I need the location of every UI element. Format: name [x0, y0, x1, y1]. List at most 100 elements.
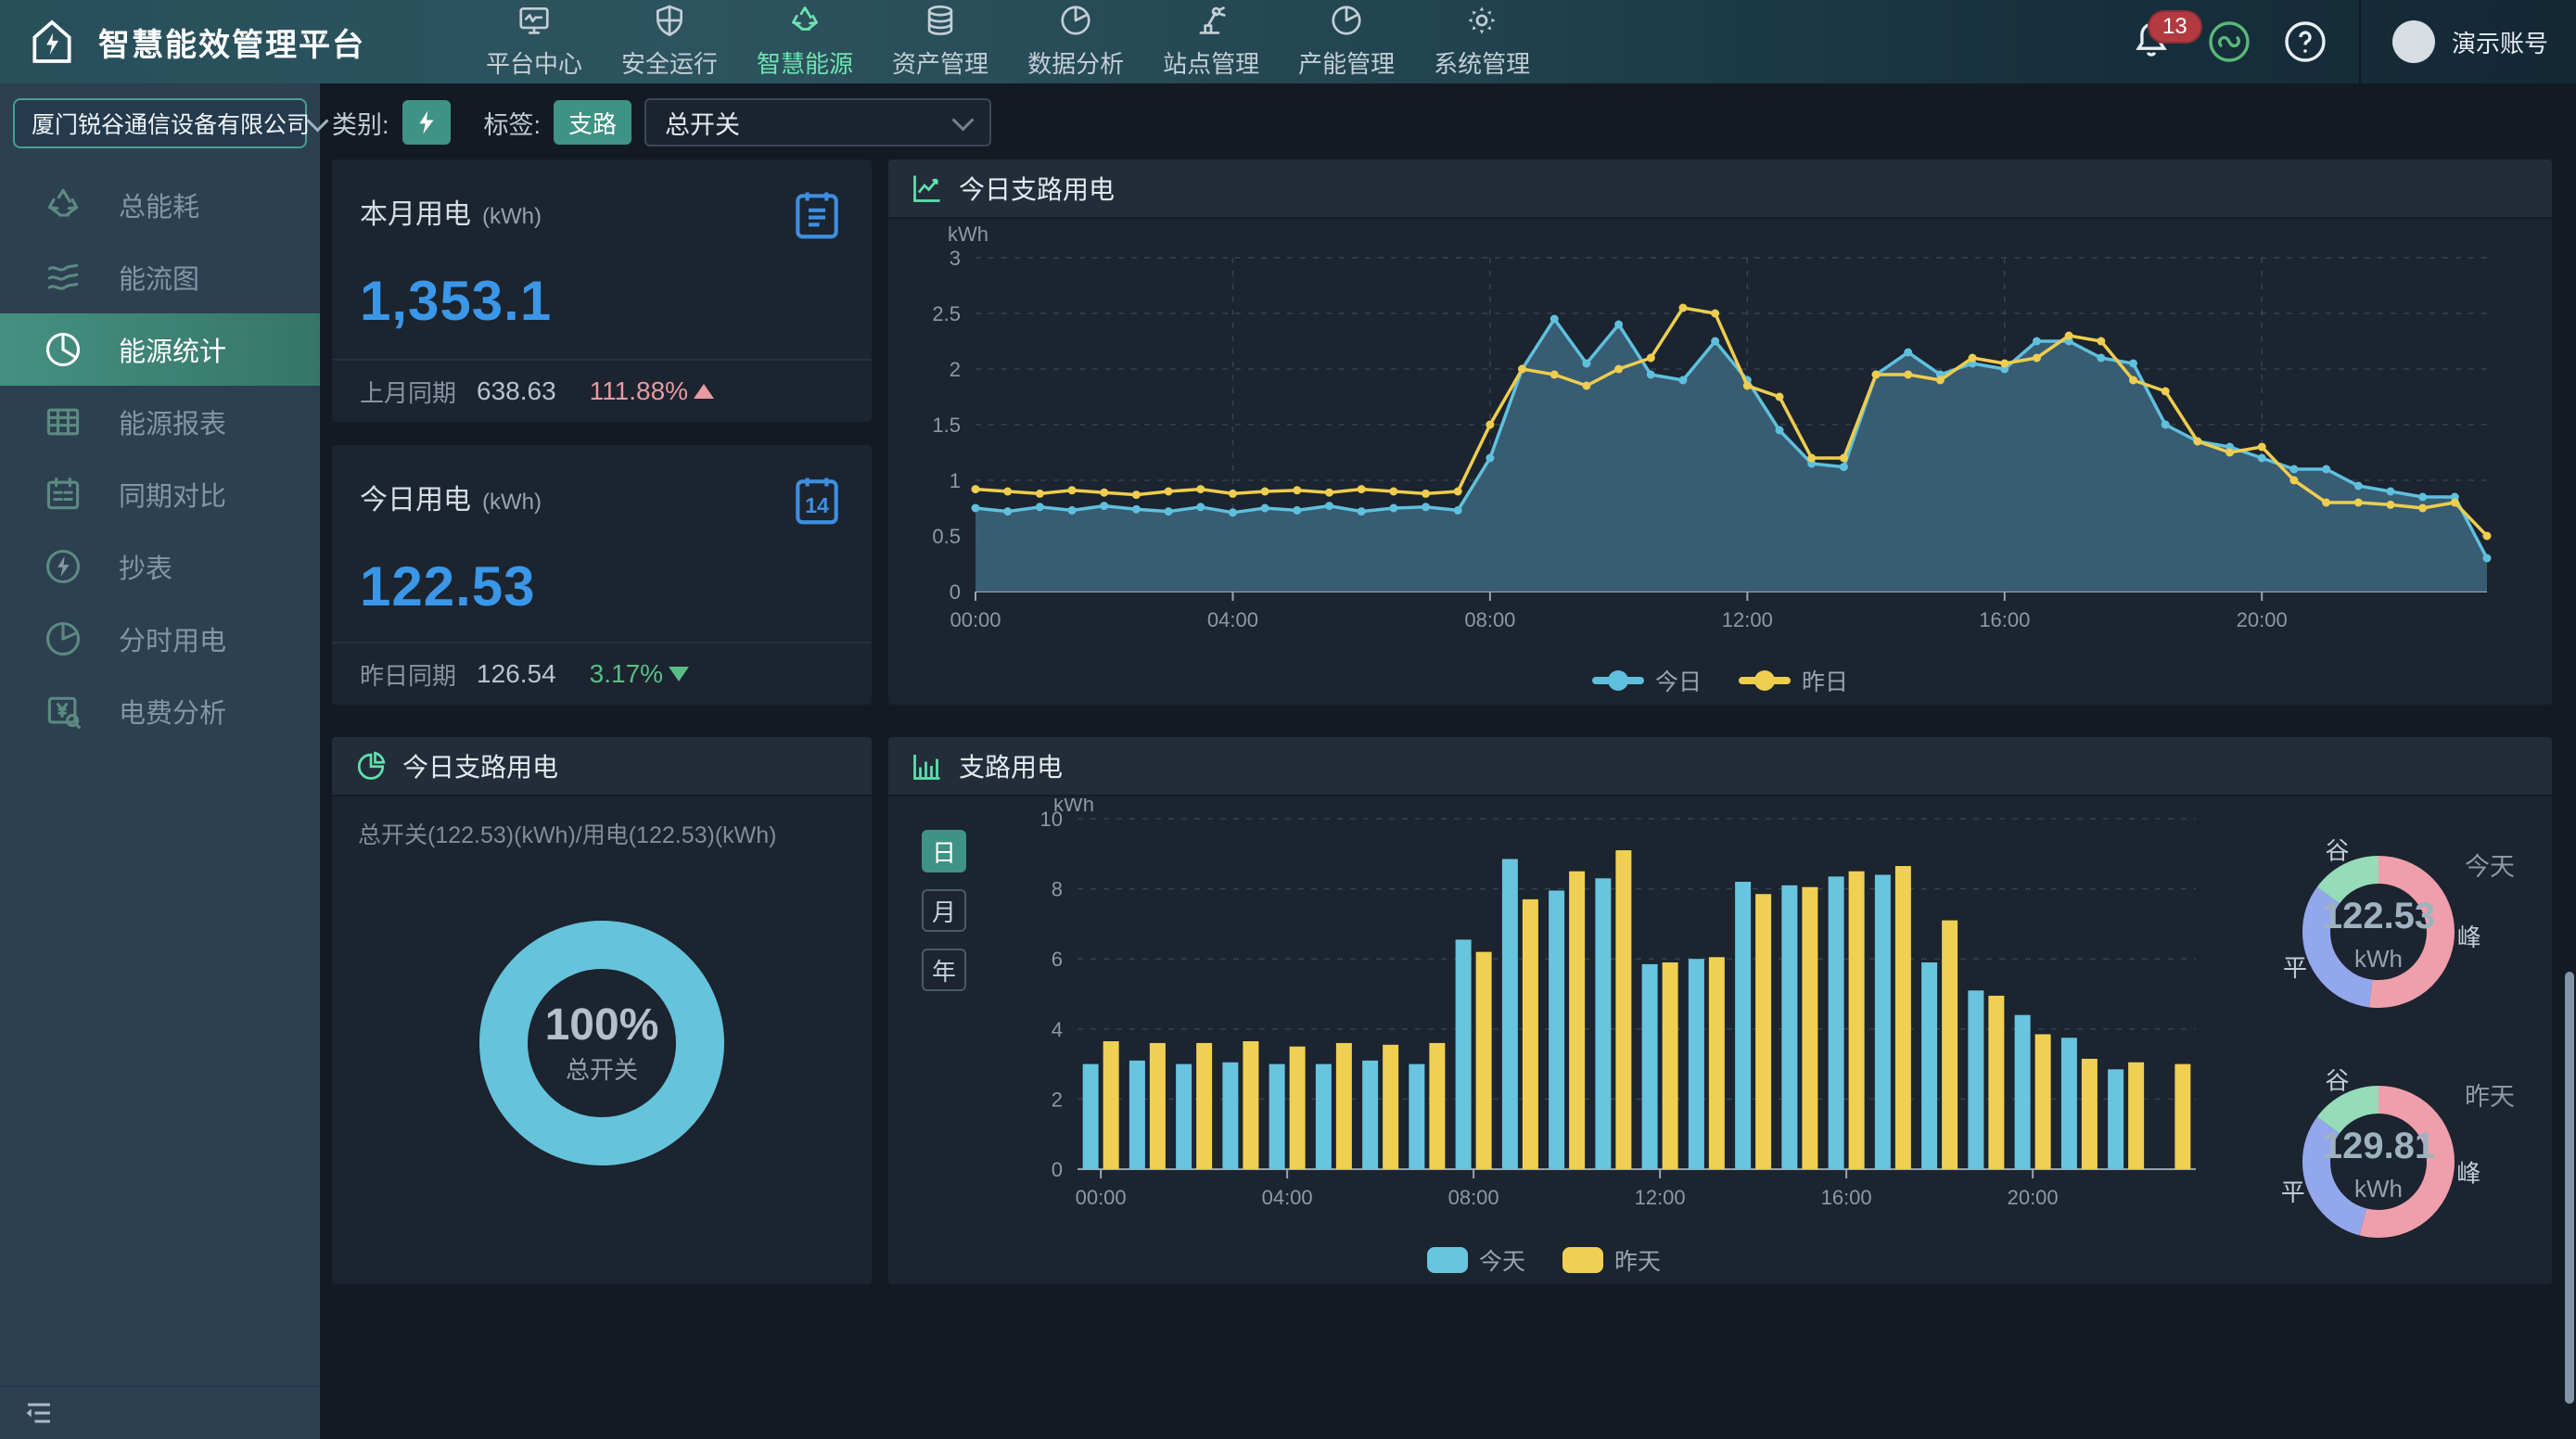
donut-panel-title: 今日支路用电 — [402, 747, 558, 784]
svg-text:kWh: kWh — [948, 224, 988, 246]
company-select[interactable]: 厦门锐谷通信设备有限公司 — [13, 98, 307, 148]
sidebar-item-label: 能流图 — [119, 258, 199, 297]
sidebar-item-1[interactable]: 能流图 — [0, 241, 320, 313]
shield-icon — [652, 3, 687, 38]
sidebar-item-7[interactable]: 电费分析 — [0, 675, 320, 747]
theme-link-icon[interactable] — [2207, 19, 2251, 64]
bolt-circle-icon — [43, 546, 83, 587]
branch-tag-button[interactable]: 支路 — [554, 100, 631, 145]
money-doc-icon — [43, 691, 83, 732]
topnav-item-label: 系统管理 — [1434, 45, 1530, 80]
svg-text:122.53: 122.53 — [2322, 896, 2435, 936]
period-button-月[interactable]: 月 — [922, 889, 966, 932]
svg-text:4: 4 — [1052, 1018, 1063, 1041]
sidebar-item-4[interactable]: 同期对比 — [0, 458, 320, 530]
notification-badge: 13 — [2148, 10, 2202, 44]
svg-text:平: 平 — [2281, 1178, 2305, 1206]
topnav-item-label: 智慧能源 — [757, 45, 853, 80]
electricity-category-button[interactable] — [402, 100, 451, 145]
account-menu[interactable]: 演示账号 — [2392, 20, 2548, 63]
app-title: 智慧能效管理平台 — [98, 19, 365, 65]
tou-today-donut-chart[interactable]: 峰平谷122.53kWh — [2267, 821, 2490, 1043]
day-delta: 3.17% — [590, 659, 689, 689]
notifications-button[interactable]: 13 — [2131, 18, 2175, 66]
tou-yesterday-donut-chart[interactable]: 峰平谷129.81kWh — [2267, 1051, 2490, 1273]
sidebar-item-5[interactable]: 抄表 — [0, 530, 320, 603]
bolt-icon — [413, 107, 440, 138]
legend-item-昨天[interactable]: 昨天 — [1562, 1243, 1661, 1277]
main-content: 类别: 标签: 支路 总开关 本月用电 (kWh) 1,353.1 — [320, 83, 2576, 1439]
period-button-年[interactable]: 年 — [922, 949, 966, 991]
avatar — [2392, 20, 2435, 63]
pie-chart-icon — [354, 749, 388, 783]
today-branch-line-chart[interactable]: kWh00.511.522.5300:0004:0008:0012:0016:0… — [911, 224, 2524, 632]
svg-text:谷: 谷 — [2326, 1067, 2350, 1095]
top-navigation: 平台中心 安全运行 智慧能源资产管理数据分析站点管理产能管理系统管理 — [480, 0, 1536, 89]
svg-text:129.81: 129.81 — [2322, 1126, 2435, 1166]
legend-item-昨日[interactable]: 昨日 — [1739, 664, 1848, 697]
topnav-item-label: 平台中心 — [486, 45, 582, 80]
topnav-item-label: 数据分析 — [1027, 45, 1124, 80]
svg-text:100%: 100% — [545, 1000, 659, 1050]
account-name: 演示账号 — [2452, 25, 2548, 59]
svg-text:峰: 峰 — [2456, 1159, 2480, 1187]
topnav-item-0[interactable]: 平台中心 — [480, 0, 588, 89]
chevron-down-icon — [952, 108, 975, 131]
recycle-icon — [787, 3, 823, 38]
topbar-divider — [2359, 0, 2361, 83]
topnav-item-6[interactable]: 产能管理 — [1293, 0, 1400, 89]
topnav-item-4[interactable]: 数据分析 — [1022, 0, 1129, 89]
recycle-icon — [43, 185, 83, 225]
svg-text:14: 14 — [805, 493, 829, 517]
svg-text:16:00: 16:00 — [1821, 1186, 1872, 1209]
topnav-item-label: 安全运行 — [621, 45, 718, 80]
legend-swatch — [1427, 1247, 1468, 1273]
legend-line-marker — [1592, 677, 1644, 684]
topnav-item-3[interactable]: 资产管理 — [886, 0, 994, 89]
bar-chart-legend: 今天 昨天 — [1018, 1243, 2070, 1277]
sidebar-item-0[interactable]: 总能耗 — [0, 169, 320, 241]
help-icon[interactable] — [2283, 19, 2327, 64]
svg-text:04:00: 04:00 — [1207, 608, 1258, 631]
topbar: 智慧能效管理平台 平台中心安全运行智慧能源资产管理数据分析站点管理产能管理系统管… — [0, 0, 2576, 83]
svg-text:12:00: 12:00 — [1722, 608, 1773, 631]
topnav-item-2[interactable]: 智慧能源 — [751, 0, 859, 89]
svg-text:2: 2 — [1052, 1088, 1063, 1111]
branch-select[interactable]: 总开关 — [644, 98, 991, 146]
sidebar-item-3[interactable]: 能源报表 — [0, 386, 320, 458]
collapse-sidebar-icon[interactable] — [20, 1396, 57, 1430]
month-delta: 111.88% — [590, 376, 714, 406]
today-branch-line-panel: 今日支路用电 kWh00.511.522.5300:0004:0008:0012… — [888, 159, 2552, 705]
day-compare-value: 126.54 — [477, 659, 556, 689]
branch-total-donut-chart[interactable]: 100% 总开关 — [407, 848, 797, 1238]
sidebar-item-2[interactable]: 能源统计 — [0, 313, 320, 386]
svg-text:总开关: 总开关 — [566, 1056, 638, 1084]
sidebar: 厦门锐谷通信设备有限公司 总能耗能流图能源统计能源报表同期对比抄表分时用电电费分… — [0, 83, 320, 1439]
legend-item-今天[interactable]: 今天 — [1427, 1243, 1525, 1277]
topnav-item-5[interactable]: 站点管理 — [1157, 0, 1265, 89]
today-branch-donut-panel: 今日支路用电 总开关(122.53)(kWh)/用电(122.53)(kWh) … — [332, 737, 872, 1284]
svg-text:平: 平 — [2283, 954, 2307, 982]
bar-chart-icon — [911, 749, 944, 783]
pie-icon — [1058, 3, 1093, 38]
donut-subtitle: 总开关(122.53)(kWh)/用电(122.53)(kWh) — [358, 817, 776, 850]
sidebar-item-label: 分时用电 — [119, 619, 226, 658]
topbar-right: 13 演示账号 — [2131, 0, 2576, 83]
scrollbar[interactable] — [2565, 972, 2574, 1404]
sidebar-item-6[interactable]: 分时用电 — [0, 603, 320, 675]
company-name: 厦门锐谷通信设备有限公司 — [32, 107, 310, 140]
svg-text:08:00: 08:00 — [1464, 608, 1515, 631]
calendar-14-icon: 14 — [788, 471, 846, 535]
monitor-icon — [516, 3, 552, 38]
branch-bar-chart[interactable]: kWh024681000:0004:0008:0012:0016:0020:00 — [1018, 798, 2224, 1234]
topnav-item-1[interactable]: 安全运行 — [616, 0, 723, 89]
period-button-日[interactable]: 日 — [922, 830, 966, 872]
topnav-item-7[interactable]: 系统管理 — [1428, 0, 1536, 89]
svg-text:00:00: 00:00 — [950, 608, 1001, 631]
svg-text:kWh: kWh — [2354, 945, 2403, 973]
svg-text:10: 10 — [1040, 808, 1063, 831]
svg-text:20:00: 20:00 — [2008, 1186, 2059, 1209]
sidebar-footer — [0, 1385, 320, 1439]
legend-item-今日[interactable]: 今日 — [1592, 664, 1702, 697]
line-chart-icon — [911, 172, 944, 205]
